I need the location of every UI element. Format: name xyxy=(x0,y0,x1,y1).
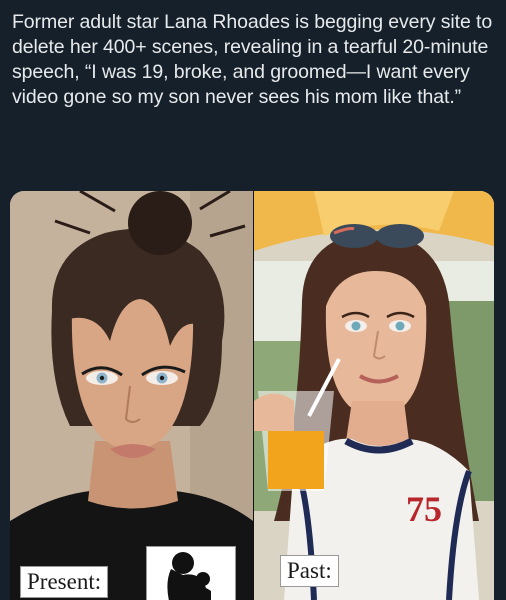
jersey-number: 75 xyxy=(406,489,442,529)
post-image[interactable]: Present: 75 Past: xyxy=(10,191,494,600)
present-portrait xyxy=(10,191,253,600)
present-photo-panel: Present: xyxy=(10,191,253,600)
past-portrait: 75 xyxy=(254,191,494,600)
past-label: Past: xyxy=(280,555,339,587)
post-text: Former adult star Lana Rhoades is beggin… xyxy=(12,11,493,108)
mother-child-silhouette-icon xyxy=(146,546,236,600)
present-label: Present: xyxy=(20,566,109,598)
past-photo-panel: 75 Past: xyxy=(254,191,494,600)
